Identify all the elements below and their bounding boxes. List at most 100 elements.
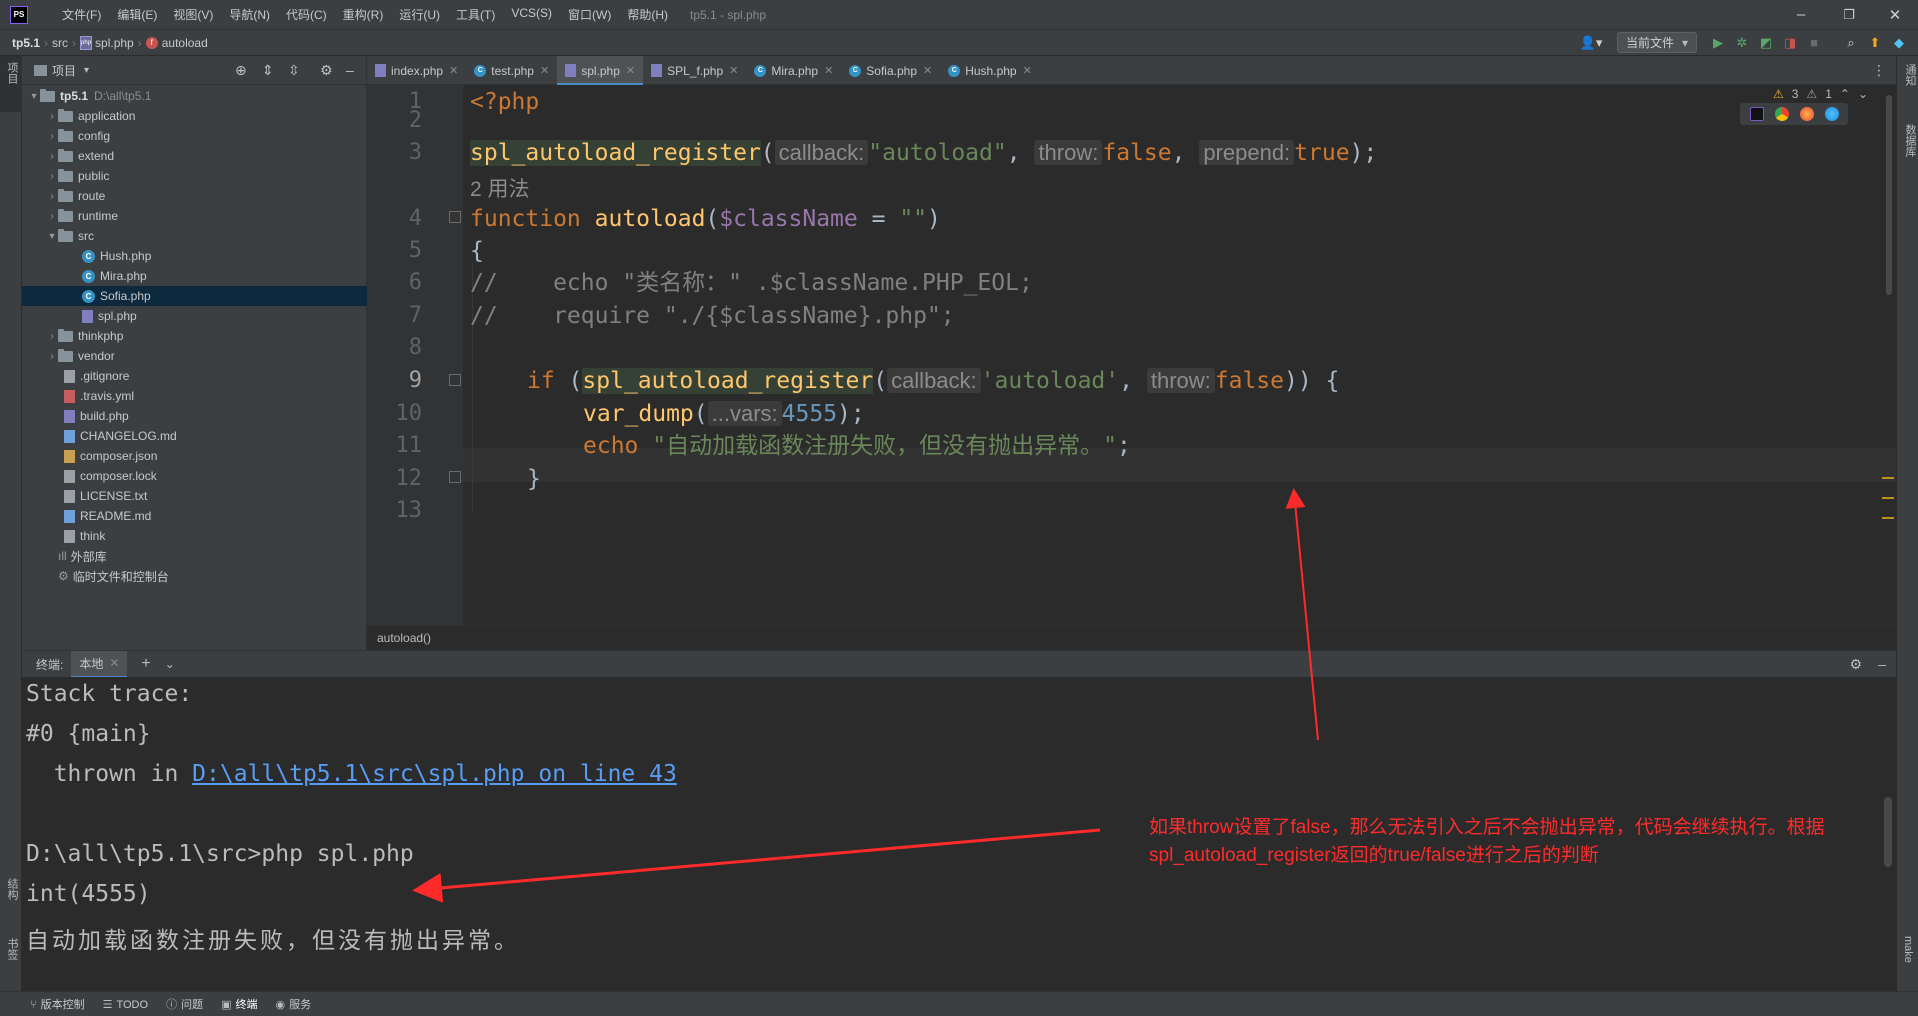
tree-root-tp5[interactable]: ▾ tp5.1 D:\all\tp5.1	[22, 86, 367, 106]
tree-item-spl[interactable]: spl.php	[22, 306, 367, 326]
run-config-select[interactable]: 当前文件 ▾	[1617, 32, 1697, 53]
chevron-right-icon[interactable]: ›	[46, 131, 58, 142]
terminal-button[interactable]: ▣ 终端	[221, 996, 257, 1012]
tab-sofia[interactable]: C Sofia.php ✕	[841, 56, 940, 85]
tree-item-travis[interactable]: .travis.yml	[22, 386, 367, 406]
file-link[interactable]: D:\all\tp5.1\src\spl.php on line 43	[192, 761, 677, 787]
locate-icon[interactable]: ⊕	[235, 62, 247, 79]
problems-button[interactable]: ⓘ 问题	[166, 996, 203, 1012]
menu-tools[interactable]: 工具(T)	[448, 6, 503, 23]
tree-item-src[interactable]: ▾ src	[22, 226, 367, 246]
usages-hint[interactable]: 2 用法	[470, 173, 530, 203]
hide-icon[interactable]: –	[1878, 656, 1886, 672]
chevron-down-icon[interactable]: ▾	[46, 231, 58, 242]
tree-item-runtime[interactable]: › runtime	[22, 206, 367, 226]
tab-test[interactable]: Ctest.php ✕	[466, 56, 557, 85]
database-tool-button[interactable]: 数据库	[1902, 124, 1918, 157]
warning-marker[interactable]	[1882, 497, 1894, 499]
close-icon[interactable]: ✕	[923, 64, 932, 77]
fold-marker-icon[interactable]	[449, 471, 461, 483]
services-button[interactable]: ◉ 服务	[275, 996, 311, 1012]
tree-item-vendor[interactable]: › vendor	[22, 346, 367, 366]
notifications-tool-button[interactable]: 通知	[1902, 64, 1918, 86]
coverage-icon[interactable]: ◩	[1755, 29, 1777, 56]
tree-item-route[interactable]: › route	[22, 186, 367, 206]
project-panel-title[interactable]: 项目	[52, 62, 76, 79]
tree-item-sofia[interactable]: C Sofia.php	[22, 286, 367, 306]
breadcrumb-symbol[interactable]: autoload	[162, 36, 208, 50]
tree-item-think[interactable]: think	[22, 526, 367, 546]
tree-item-config[interactable]: › config	[22, 126, 367, 146]
chevron-up-icon[interactable]: ⌃	[1840, 87, 1850, 101]
close-button[interactable]: ✕	[1872, 0, 1918, 29]
close-icon[interactable]: ✕	[540, 64, 549, 77]
chevron-right-icon[interactable]: ›	[46, 351, 58, 362]
function-breadcrumb[interactable]: autoload()	[377, 631, 431, 645]
tree-item-public[interactable]: › public	[22, 166, 367, 186]
chevron-down-icon[interactable]: ⌄	[1858, 87, 1868, 101]
chevron-right-icon[interactable]: ›	[46, 171, 58, 182]
inspection-widget[interactable]: ⚠ 3 ⚠ 1 ⌃ ⌄	[1773, 87, 1868, 101]
chevron-right-icon[interactable]: ›	[46, 111, 58, 122]
tab-spl[interactable]: spl.php ✕	[557, 56, 644, 86]
tree-item-mira[interactable]: C Mira.php	[22, 266, 367, 286]
warning-marker[interactable]	[1882, 517, 1894, 519]
collapse-all-icon[interactable]: ⇳	[288, 62, 300, 79]
breadcrumb-file[interactable]: spl.php	[95, 36, 134, 50]
menu-help[interactable]: 帮助(H)	[619, 6, 676, 23]
menu-navigate[interactable]: 导航(N)	[221, 6, 278, 23]
edge-icon[interactable]	[1824, 107, 1839, 121]
tree-item-thinkphp[interactable]: › thinkphp	[22, 326, 367, 346]
stop-icon[interactable]: ■	[1803, 29, 1825, 56]
fold-marker-icon[interactable]	[449, 211, 461, 223]
structure-tool-button[interactable]: 结构	[4, 878, 20, 900]
warning-marker[interactable]	[1882, 477, 1894, 479]
tree-item-changelog[interactable]: CHANGELOG.md	[22, 426, 367, 446]
editor-scrollbar[interactable]	[1886, 95, 1892, 295]
menu-code[interactable]: 代码(C)	[278, 6, 335, 23]
user-icon[interactable]: 👤▾	[1577, 29, 1605, 56]
maximize-button[interactable]: ❐	[1826, 0, 1872, 29]
tree-item-scratches[interactable]: ⚙ 临时文件和控制台	[22, 566, 367, 586]
menu-window[interactable]: 窗口(W)	[560, 6, 619, 23]
close-icon[interactable]: ✕	[824, 64, 833, 77]
breadcrumb-folder[interactable]: src	[52, 36, 68, 50]
tree-item-gitignore[interactable]: .gitignore	[22, 366, 367, 386]
close-icon[interactable]: ✕	[626, 64, 635, 77]
breadcrumb-project[interactable]: tp5.1	[12, 36, 40, 50]
chevron-down-icon[interactable]: ▾	[84, 65, 89, 76]
update-icon[interactable]: ⬆	[1864, 29, 1886, 56]
phpstorm-browser-icon[interactable]	[1749, 107, 1764, 121]
project-tool-button[interactable]: 项目	[0, 56, 22, 112]
code-editor[interactable]: 1 2 3 4 5 6 7 8 9 10 11 12 13 <?php spl_…	[367, 85, 1896, 625]
tab-mira[interactable]: C Mira.php ✕	[746, 56, 841, 85]
menu-vcs[interactable]: VCS(S)	[503, 6, 560, 23]
chevron-down-icon[interactable]: ⌄	[165, 657, 175, 671]
tab-index[interactable]: index.php ✕	[367, 56, 466, 85]
minimize-button[interactable]: –	[1778, 0, 1824, 29]
firefox-icon[interactable]	[1799, 107, 1814, 121]
version-control-button[interactable]: ⑂ 版本控制	[30, 996, 85, 1012]
run-icon[interactable]: ▶	[1707, 29, 1729, 56]
close-icon[interactable]: ✕	[729, 64, 738, 77]
debug-icon[interactable]: ✲	[1731, 29, 1753, 56]
bookmarks-tool-button[interactable]: 书签	[4, 938, 20, 960]
chevron-right-icon[interactable]: ›	[46, 211, 58, 222]
chevron-right-icon[interactable]: ›	[46, 331, 58, 342]
menu-refactor[interactable]: 重构(R)	[335, 6, 392, 23]
menu-view[interactable]: 视图(V)	[165, 6, 221, 23]
chrome-icon[interactable]	[1774, 107, 1789, 121]
tree-item-composer-json[interactable]: composer.json	[22, 446, 367, 466]
chevron-down-icon[interactable]: ▾	[28, 91, 40, 102]
more-tabs-icon[interactable]: ⋮	[1872, 62, 1886, 79]
gear-icon[interactable]: ⚙	[320, 62, 333, 79]
tree-item-readme[interactable]: README.md	[22, 506, 367, 526]
profile-icon[interactable]: ◨	[1779, 29, 1801, 56]
menu-file[interactable]: 文件(F)	[54, 6, 109, 23]
close-icon[interactable]: ✕	[109, 656, 119, 670]
tree-item-license[interactable]: LICENSE.txt	[22, 486, 367, 506]
tab-spl-f[interactable]: SPL_f.php ✕	[643, 56, 746, 85]
tree-item-extend[interactable]: › extend	[22, 146, 367, 166]
menu-edit[interactable]: 编辑(E)	[109, 6, 165, 23]
add-terminal-icon[interactable]: +	[141, 655, 150, 673]
